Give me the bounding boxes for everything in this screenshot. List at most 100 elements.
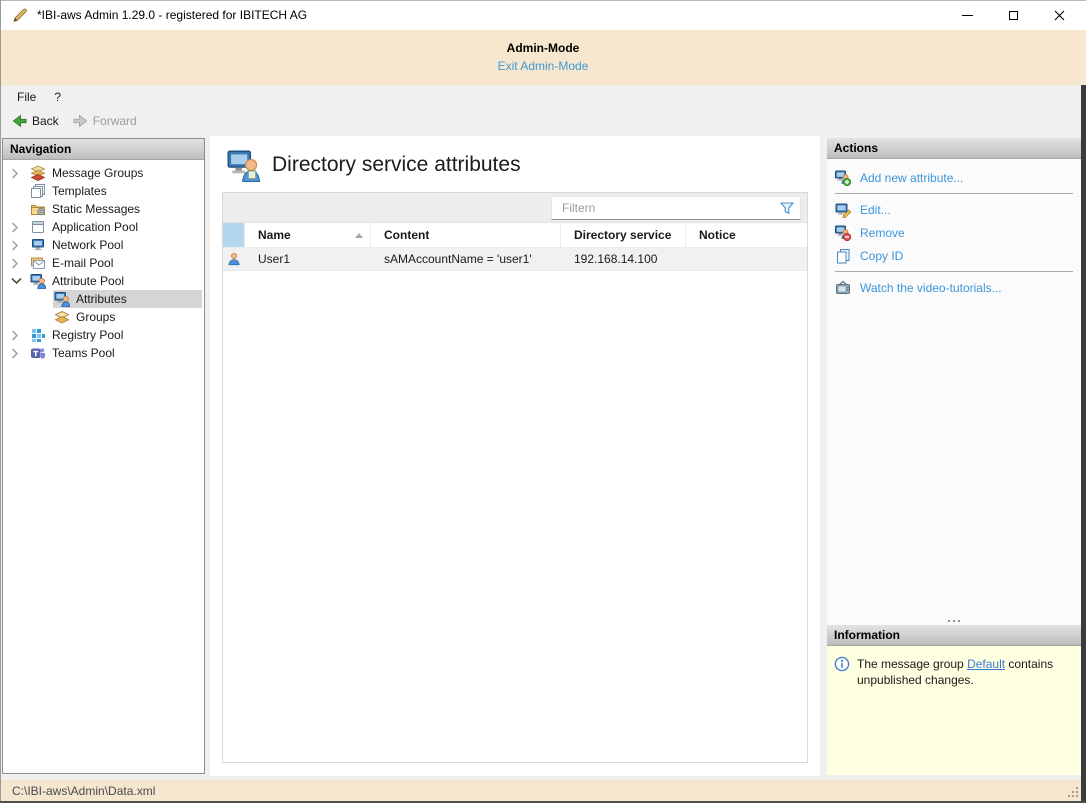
sidebar-item-static-messages[interactable]: Static Messages	[3, 200, 204, 218]
sidebar-item-label: Static Messages	[52, 202, 141, 216]
action-label: Edit...	[860, 202, 891, 217]
window-border-left	[0, 0, 1, 803]
maximize-button[interactable]	[990, 0, 1036, 30]
filter-input-wrap	[551, 196, 801, 220]
application-pool-icon	[32, 221, 44, 233]
sidebar-item-network-pool[interactable]: Network Pool	[3, 236, 204, 254]
registry-pool-icon	[32, 329, 45, 342]
filter-input[interactable]	[552, 201, 780, 215]
filter-bar	[223, 193, 807, 223]
sidebar-item-application-pool[interactable]: Application Pool	[3, 218, 204, 236]
info-icon	[834, 656, 850, 672]
copy-id-button[interactable]: Copy ID	[827, 244, 1081, 267]
directory-service-icon	[227, 150, 260, 182]
attributes-grid: Name Content Directory service Notice	[222, 192, 808, 763]
email-pool-icon	[31, 257, 45, 269]
templates-icon	[31, 184, 45, 198]
action-label: Watch the video-tutorials...	[860, 280, 1002, 295]
back-button[interactable]: Back	[5, 112, 66, 130]
content-header: Directory service attributes	[210, 136, 820, 182]
actions-panel: Actions Add new attribute... Edit... Rem…	[827, 138, 1081, 625]
chevron-right-icon[interactable]	[11, 326, 29, 344]
sidebar-item-teams-pool[interactable]: Teams Pool	[3, 344, 204, 362]
admin-mode-banner: Admin-Mode Exit Admin-Mode	[0, 30, 1086, 85]
admin-mode-title: Admin-Mode	[506, 41, 580, 55]
remove-button[interactable]: Remove	[827, 221, 1081, 244]
title-bar[interactable]: *IBI-aws Admin 1.29.0 - registered for I…	[0, 0, 1086, 30]
navigation-panel: Navigation Message Groups Templates Stat…	[2, 138, 205, 774]
chevron-right-icon[interactable]	[11, 218, 29, 236]
sidebar-item-message-groups[interactable]: Message Groups	[3, 164, 204, 182]
grid-header-name[interactable]: Name	[245, 223, 371, 247]
maximize-icon	[1008, 10, 1018, 20]
user-icon	[228, 253, 240, 266]
grid-header-content[interactable]: Content	[371, 223, 561, 247]
content-panel: Directory service attributes Name Conten…	[209, 135, 821, 777]
information-body: The message group Default contains unpub…	[827, 646, 1081, 775]
information-message: The message group Default contains unpub…	[857, 657, 1054, 687]
navigation-panel-header: Navigation	[3, 139, 204, 160]
sidebar-item-label: Application Pool	[52, 220, 139, 234]
sidebar-item-attribute-pool[interactable]: Attribute Pool	[3, 272, 204, 290]
groups-icon	[54, 310, 70, 324]
menu-bar: File ?	[0, 85, 1081, 108]
close-button[interactable]	[1036, 0, 1082, 30]
sidebar-item-label: E-mail Pool	[52, 256, 114, 270]
video-tutorials-icon	[836, 280, 850, 294]
edit-button[interactable]: Edit...	[827, 198, 1081, 221]
add-new-attribute-button[interactable]: Add new attribute...	[827, 166, 1081, 189]
exit-admin-mode-link[interactable]: Exit Admin-Mode	[498, 59, 589, 73]
teams-pool-icon	[31, 348, 45, 359]
sidebar-item-registry-pool[interactable]: Registry Pool	[3, 326, 204, 344]
close-icon	[1054, 10, 1064, 20]
panel-splitter-handle[interactable]	[827, 620, 1081, 622]
minimize-icon	[961, 14, 973, 16]
resize-grip[interactable]	[1076, 795, 1078, 797]
forward-icon	[73, 114, 87, 128]
chevron-right-icon[interactable]	[11, 254, 29, 272]
remove-icon	[835, 225, 851, 241]
row-indicator-cell	[223, 248, 245, 270]
chevron-right-icon[interactable]	[11, 344, 29, 362]
window-shadow-right	[1081, 85, 1086, 803]
static-messages-icon	[31, 205, 45, 216]
actions-list: Add new attribute... Edit... Remove Copy…	[827, 159, 1081, 625]
sidebar-item-email-pool[interactable]: E-mail Pool	[3, 254, 204, 272]
action-label: Add new attribute...	[860, 170, 964, 185]
row-name-cell: User1	[258, 252, 291, 266]
actions-panel-header: Actions	[827, 138, 1081, 159]
sidebar-item-label: Teams Pool	[52, 346, 115, 360]
grid-header-indicator	[223, 223, 245, 247]
navigation-tree: Message Groups Templates Static Messages…	[3, 160, 204, 362]
back-label: Back	[32, 114, 59, 128]
menu-help[interactable]: ?	[45, 87, 70, 107]
sidebar-item-label: Templates	[52, 184, 107, 198]
filter-funnel-icon[interactable]	[780, 201, 794, 215]
grid-header: Name Content Directory service Notice	[223, 223, 807, 248]
default-message-group-link[interactable]: Default	[967, 657, 1005, 671]
grid-header-directory-service[interactable]: Directory service	[561, 223, 686, 247]
watch-video-tutorials-link[interactable]: Watch the video-tutorials...	[827, 276, 1081, 299]
sidebar-item-label: Network Pool	[52, 238, 124, 252]
sidebar-item-groups[interactable]: Groups	[3, 308, 204, 326]
information-panel-header: Information	[827, 625, 1081, 646]
chevron-right-icon[interactable]	[11, 164, 29, 182]
window-controls	[944, 0, 1082, 30]
chevron-right-icon[interactable]	[11, 236, 29, 254]
edit-icon	[835, 203, 851, 218]
chevron-down-icon[interactable]	[11, 272, 29, 290]
grid-header-notice[interactable]: Notice	[686, 223, 807, 247]
sidebar-item-templates[interactable]: Templates	[3, 182, 204, 200]
table-row[interactable]: User1 sAMAccountName = 'user1' 192.168.1…	[223, 248, 807, 271]
menu-file[interactable]: File	[8, 87, 45, 107]
window-border-top	[0, 0, 1086, 1]
actions-separator	[835, 271, 1073, 272]
minimize-button[interactable]	[944, 0, 990, 30]
sidebar-item-label: Message Groups	[52, 166, 144, 180]
forward-button[interactable]: Forward	[66, 112, 144, 130]
sidebar-item-attributes[interactable]: Attributes	[3, 290, 204, 308]
